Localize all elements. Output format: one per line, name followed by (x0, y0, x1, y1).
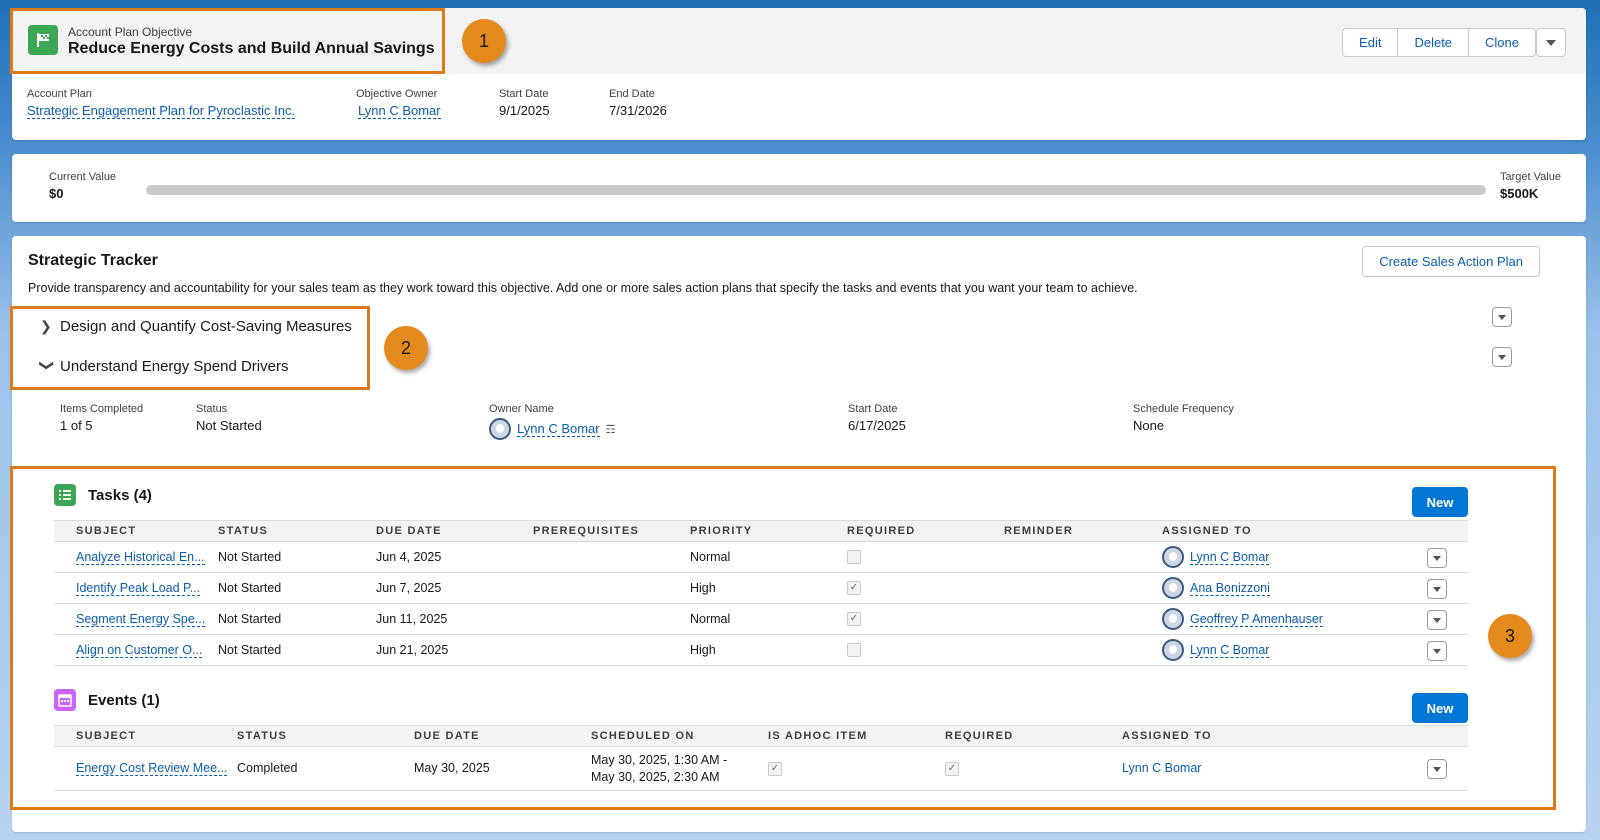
tracker-description: Provide transparency and accountability … (28, 281, 1138, 295)
plan-status: Status Not Started (196, 403, 262, 433)
progress-bar (146, 185, 1486, 195)
schedule-frequency: Schedule Frequency None (1133, 403, 1234, 433)
items-completed: Items Completed 1 of 5 (60, 403, 144, 433)
callout-badge-1: 1 (462, 19, 506, 63)
target-value: Target Value $500K (1500, 171, 1561, 201)
more-actions-button[interactable] (1536, 28, 1566, 57)
callout-highlight-2 (10, 306, 370, 390)
plan-owner: Owner Name Lynn C Bomar ☶ (489, 403, 615, 440)
plan-menu-button[interactable] (1492, 347, 1512, 367)
field-end-date: End Date 7/31/2026 (609, 88, 667, 118)
chevron-down-icon (1546, 39, 1556, 46)
create-sales-action-plan-button[interactable]: Create Sales Action Plan (1362, 246, 1540, 277)
tracker-title: Strategic Tracker (28, 252, 158, 269)
field-objective-owner: Objective Owner Lynn C Bomar (356, 88, 441, 119)
progress-card: Current Value $0 Target Value $500K (12, 154, 1586, 222)
avatar (489, 418, 511, 440)
change-owner-icon[interactable]: ☶ (606, 423, 616, 436)
callout-badge-3: 3 (1488, 614, 1532, 658)
delete-button[interactable]: Delete (1398, 29, 1470, 56)
objective-owner-link[interactable]: Lynn C Bomar (358, 103, 441, 119)
record-actions: Edit Delete Clone (1342, 28, 1536, 57)
callout-highlight-1 (10, 8, 445, 74)
current-value: Current Value $0 (49, 171, 117, 201)
field-start-date: Start Date 9/1/2025 (499, 88, 550, 118)
edit-button[interactable]: Edit (1343, 29, 1399, 56)
plan-menu-button[interactable] (1492, 307, 1512, 327)
callout-badge-2: 2 (384, 326, 428, 370)
owner-name-link[interactable]: Lynn C Bomar (517, 421, 600, 437)
clone-button[interactable]: Clone (1469, 29, 1535, 56)
field-account-plan: Account Plan Strategic Engagement Plan f… (27, 88, 296, 119)
plan-start-date: Start Date 6/17/2025 (848, 403, 906, 433)
account-plan-link[interactable]: Strategic Engagement Plan for Pyroclasti… (27, 103, 296, 119)
callout-highlight-3 (10, 466, 1556, 810)
